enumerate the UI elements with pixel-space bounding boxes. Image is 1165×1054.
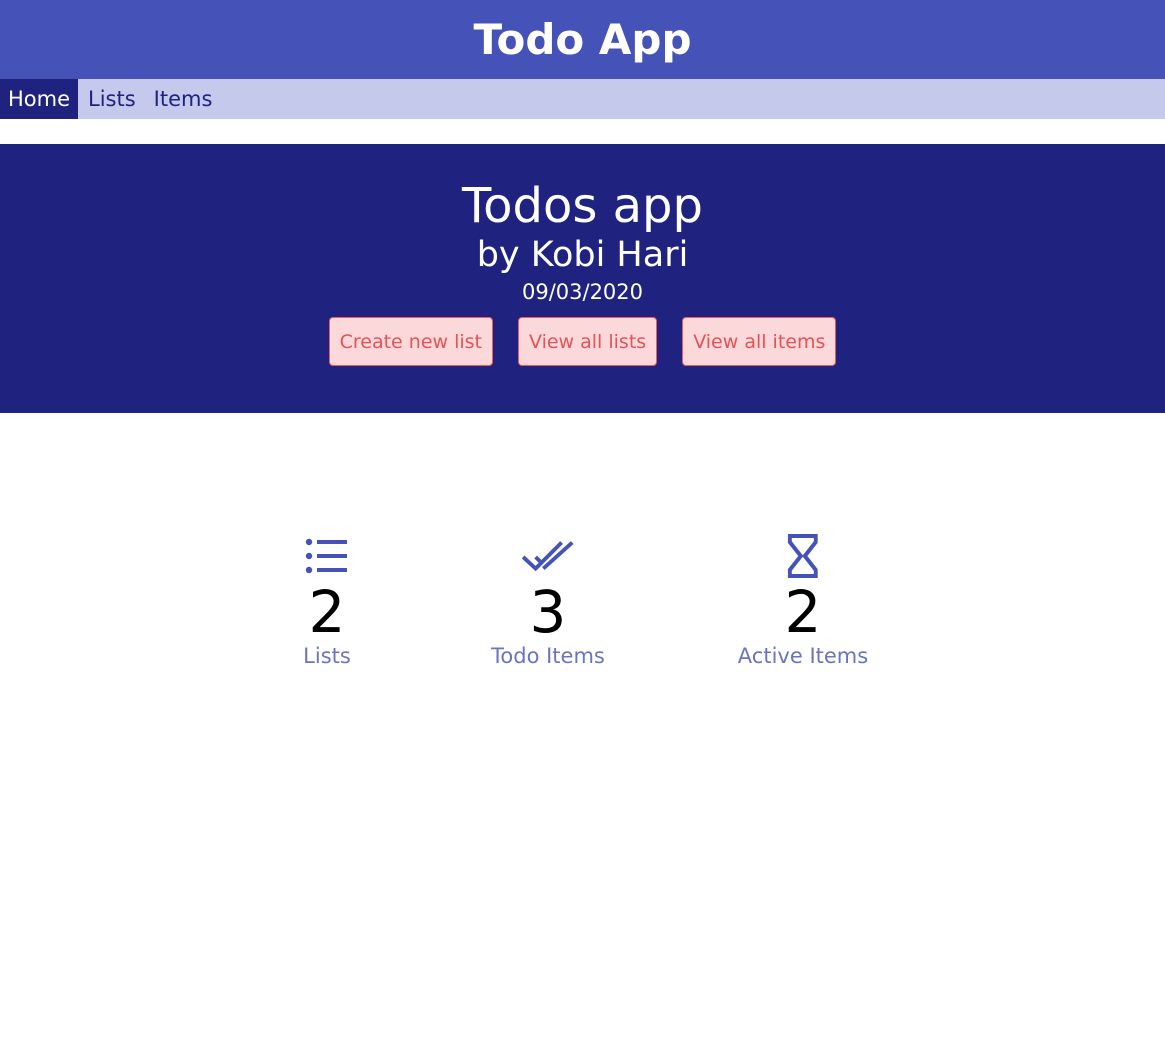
hero-banner: Todos app by Kobi Hari 09/03/2020 Create… xyxy=(0,144,1165,413)
stat-lists: 2 Lists xyxy=(301,535,353,669)
hourglass-icon xyxy=(777,534,829,578)
stat-label: Lists xyxy=(303,644,351,668)
hero-title: Todos app xyxy=(462,178,703,234)
stat-label: Active Items xyxy=(737,644,869,668)
stat-label: Todo Items xyxy=(491,644,605,668)
stats-section: 2 Lists 3 Todo Items 2 Active Items xyxy=(0,413,1165,813)
list-icon xyxy=(301,535,353,577)
stat-todo-items: 3 Todo Items xyxy=(491,535,605,669)
view-all-items-button[interactable]: View all items xyxy=(682,317,837,366)
hero-date: 09/03/2020 xyxy=(521,280,644,304)
nav-item-lists[interactable]: Lists xyxy=(78,79,144,119)
hero-subtitle: by Kobi Hari xyxy=(476,235,689,275)
nav-item-home[interactable]: Home xyxy=(0,79,79,119)
nav-item-items[interactable]: Items xyxy=(144,79,221,119)
create-new-list-button[interactable]: Create new list xyxy=(328,317,493,366)
view-all-lists-button[interactable]: View all lists xyxy=(518,317,658,366)
app-title: Todo App xyxy=(473,15,692,64)
stat-value: 2 xyxy=(308,578,346,646)
stat-active-items: 2 Active Items xyxy=(737,534,869,669)
hero-actions: Create new list View all lists View all … xyxy=(328,317,837,366)
stat-value: 3 xyxy=(529,578,567,646)
navbar: Home Lists Items xyxy=(0,79,1165,119)
app-header: Todo App xyxy=(0,0,1165,79)
double-check-icon xyxy=(522,535,574,577)
stat-value: 2 xyxy=(784,578,822,646)
